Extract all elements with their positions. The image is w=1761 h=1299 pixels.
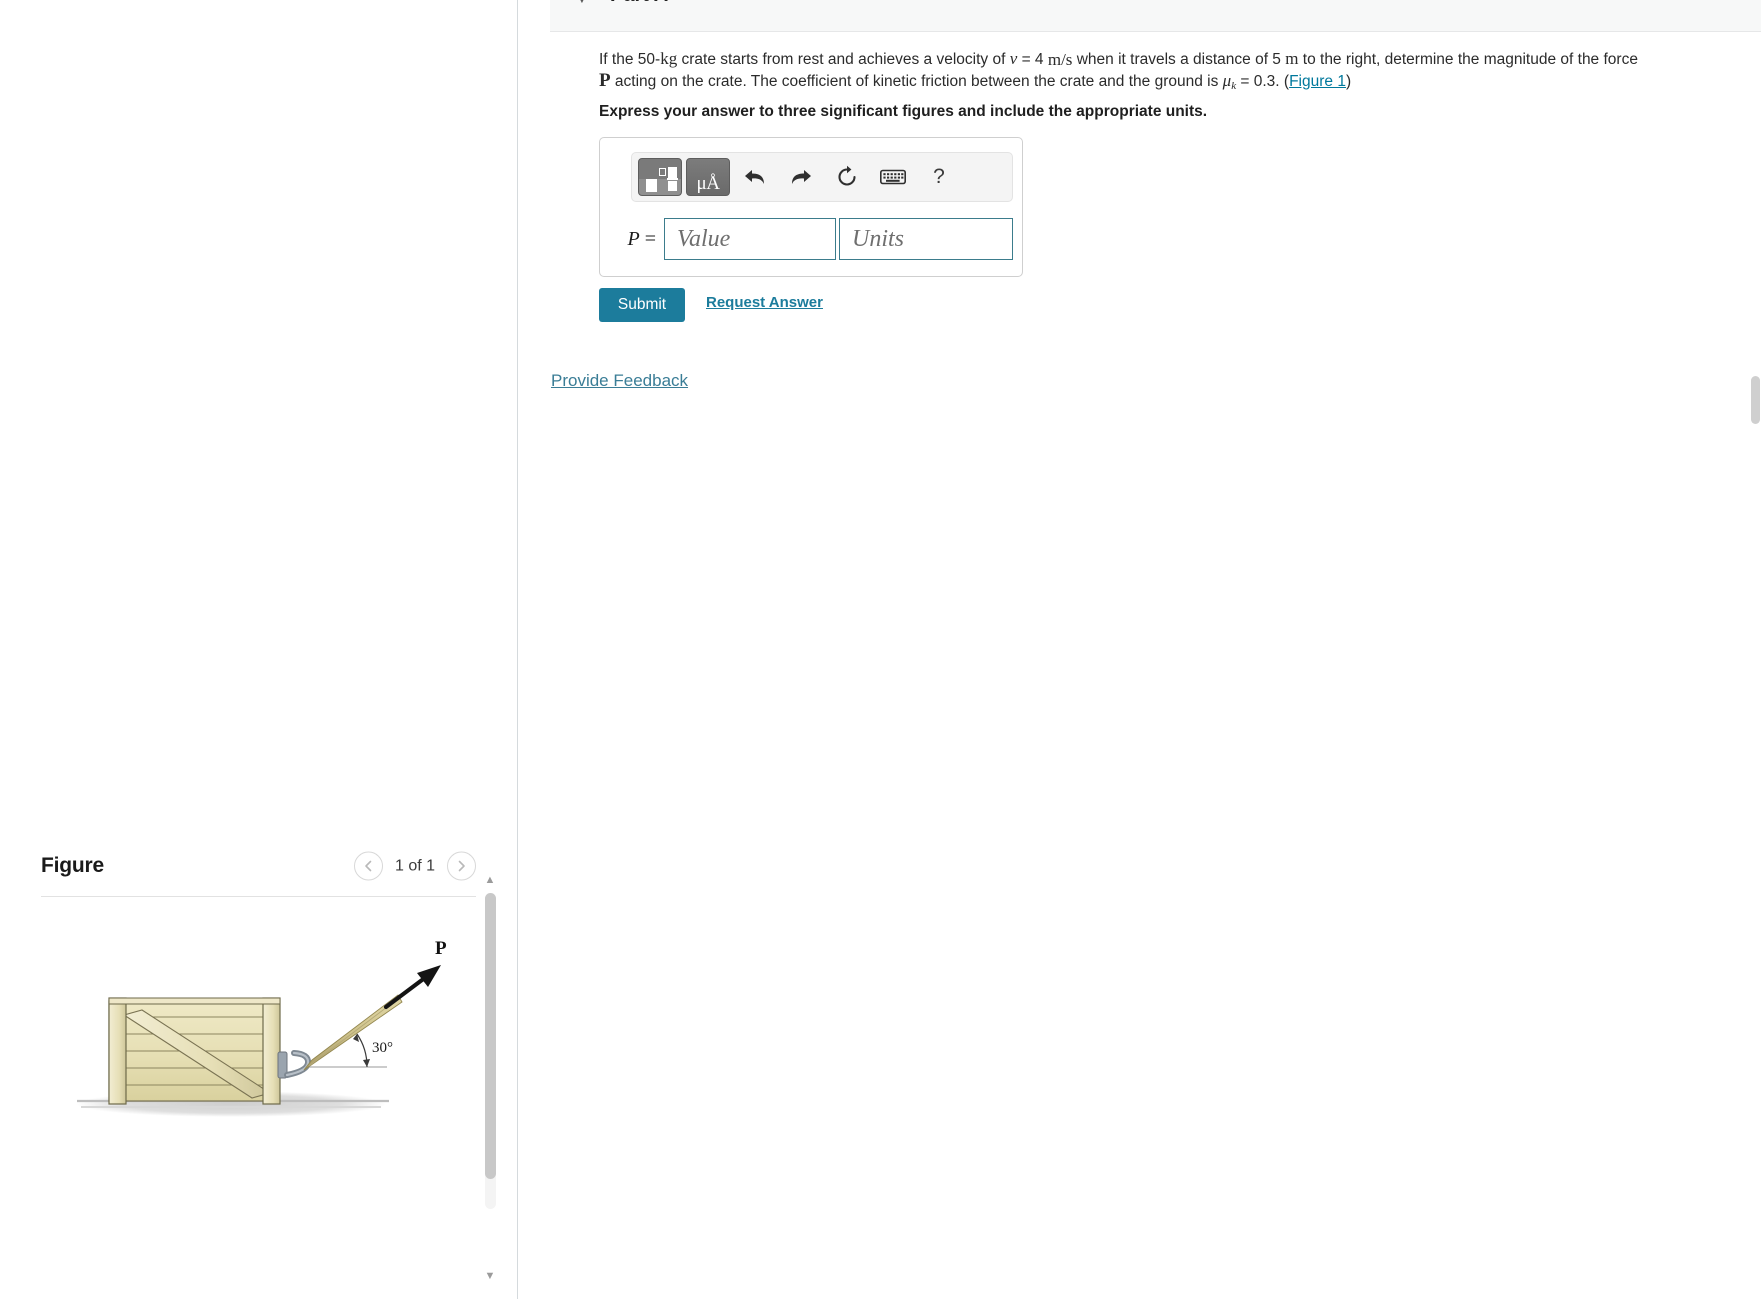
figure-panel-title: Figure (41, 854, 104, 877)
answer-var-P: P (627, 227, 640, 250)
problem-line-2: P acting on the crate. The coefficient o… (599, 70, 1761, 97)
units-button[interactable]: μÅ (686, 158, 730, 196)
figure-scroll-down-arrow[interactable]: ▼ (483, 1269, 497, 1283)
force-label-P: P (435, 938, 447, 959)
crate (108, 997, 281, 1105)
text-frag: when it travels a distance of 5 (1072, 51, 1286, 68)
request-answer-link[interactable]: Request Answer (706, 294, 823, 311)
figure-scroll-up-arrow[interactable]: ▲ (483, 873, 497, 887)
figure-header: Figure 1 of 1 (41, 836, 476, 896)
template-icon-bar (667, 178, 678, 180)
answer-instruction: Express your answer to three significant… (599, 103, 1208, 120)
problem-statement: If the 50-kg crate starts from rest and … (599, 48, 1761, 97)
figure-panel: Figure 1 of 1 P 30° ▲ ▼ (0, 836, 517, 1282)
collapse-chevron-icon[interactable]: ▼ (576, 0, 588, 6)
figure-1-link[interactable]: Figure 1 (1289, 73, 1346, 90)
unit-kg: kg (660, 49, 678, 68)
math-toolbar: μÅ ? (631, 152, 1013, 202)
answer-units-input[interactable] (839, 218, 1013, 260)
figure-scroll-thumb[interactable] (485, 893, 496, 1179)
angle-label: 30° (372, 1040, 393, 1056)
part-title: Part A (610, 0, 668, 7)
figure-body: P 30° ▲ ▼ (41, 874, 517, 1282)
chevron-left-icon (365, 860, 372, 872)
math-templates-button[interactable] (638, 158, 682, 196)
page-scrollbar-thumb[interactable] (1751, 376, 1760, 424)
redo-button[interactable] (780, 158, 822, 196)
reset-icon (838, 165, 856, 186)
figure-counter: 1 of 1 (394, 857, 436, 874)
help-button[interactable]: ? (918, 158, 960, 196)
unit-m-per-s: m/s (1047, 50, 1073, 69)
undo-icon (745, 170, 764, 184)
answer-variable-label: P = (618, 228, 664, 251)
figure-pager: 1 of 1 (354, 851, 476, 881)
unit-m: m (1285, 49, 1299, 68)
eye-bolt (277, 1050, 312, 1079)
figure-scrollbar[interactable]: ▲ ▼ (481, 874, 499, 1282)
problem-page: Figure 1 of 1 P 30° ▲ ▼ If the 50-kg cra… (0, 0, 1761, 1299)
template-icon-box (659, 168, 666, 176)
template-icon (646, 179, 657, 192)
template-icon-den (668, 181, 677, 191)
reset-button[interactable] (826, 158, 868, 196)
text-frag: acting on the crate. The coefficient of … (610, 73, 1223, 90)
undo-button[interactable] (734, 158, 776, 196)
template-icon-num (668, 167, 677, 178)
text-frag: = 0.3. ( (1236, 73, 1290, 90)
var-mu: μ (1222, 71, 1232, 90)
part-header[interactable]: ▼ Part A (550, 0, 1761, 32)
force-arrow-P (383, 965, 441, 1010)
figure-next-button[interactable] (447, 851, 476, 881)
units-icon-label: μÅ (696, 173, 720, 194)
chevron-right-icon (458, 860, 465, 872)
answer-entry-box: μÅ ? P = Value Units (599, 137, 1023, 277)
answer-equals: = (639, 227, 656, 250)
answer-row: P = (618, 218, 1013, 260)
text-frag: = 4 (1017, 51, 1048, 68)
keyboard-button[interactable] (872, 158, 914, 196)
problem-column: ▼ Part A If the 50-kg crate starts from … (519, 0, 1761, 1299)
text-frag: ) (1345, 73, 1352, 90)
crate-force-diagram: P 30° (76, 938, 447, 1117)
text-frag: If the 50- (599, 51, 661, 68)
figure-prev-button[interactable] (354, 851, 383, 881)
keyboard-icon (880, 169, 906, 185)
var-P-bold: P (599, 70, 611, 91)
redo-icon (792, 170, 811, 184)
text-frag: crate starts from rest and achieves a ve… (677, 51, 1010, 68)
figure-column: Figure 1 of 1 P 30° ▲ ▼ (0, 0, 518, 1299)
submit-button[interactable]: Submit (599, 288, 685, 322)
problem-line-1: If the 50-kg crate starts from rest and … (599, 48, 1761, 70)
text-frag: to the right, determine the magnitude of… (1298, 51, 1638, 68)
answer-value-input[interactable] (664, 218, 836, 260)
provide-feedback-link[interactable]: Provide Feedback (551, 371, 688, 391)
